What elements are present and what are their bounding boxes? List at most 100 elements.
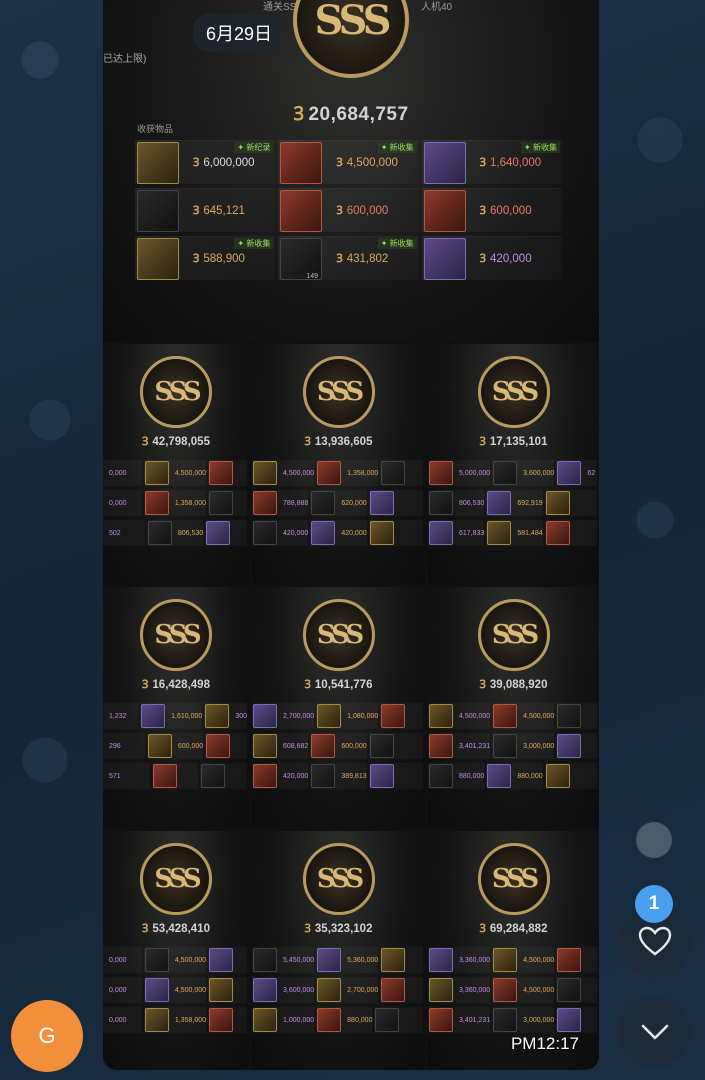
loot-item[interactable]: Ꝫ 420,000 bbox=[421, 236, 562, 280]
item-thumbnail bbox=[317, 1008, 342, 1032]
coin-icon: Ꝫ bbox=[142, 436, 149, 448]
card-loot-item bbox=[556, 703, 597, 729]
avatar[interactable]: G bbox=[11, 1000, 83, 1072]
card-loot-item: 5,450,000 bbox=[252, 947, 314, 973]
item-price: 880,000 bbox=[459, 772, 485, 780]
scroll-down-button[interactable] bbox=[619, 996, 691, 1068]
item-thumbnail bbox=[557, 461, 582, 485]
loot-item[interactable]: 149 Ꝫ 431,802 ✦ 新收集 bbox=[278, 236, 419, 280]
card-loot-row: 0,000 4,500,000 bbox=[103, 977, 249, 1003]
loot-item[interactable]: Ꝫ 645,121 bbox=[135, 188, 276, 232]
card-loot-item: 806,530 bbox=[428, 490, 484, 516]
loot-item[interactable]: Ꝫ 6,000,000 ✦ 新纪录 bbox=[135, 140, 276, 184]
loot-item[interactable]: Ꝫ 1,640,000 ✦ 新收集 bbox=[421, 140, 562, 184]
loot-item[interactable]: Ꝫ 600,000 bbox=[421, 188, 562, 232]
card-total-value: Ꝫ 13,936,605 bbox=[252, 434, 425, 449]
limit-note: 已达上限) bbox=[103, 54, 147, 65]
loot-grid: Ꝫ 6,000,000 ✦ 新纪录 Ꝫ 4,500,000 ✦ 新收集 Ꝫ 1,640,000… bbox=[135, 140, 565, 284]
item-thumbnail bbox=[206, 734, 231, 758]
item-thumbnail bbox=[253, 491, 277, 515]
item-thumbnail bbox=[423, 141, 466, 184]
card-loot-grid: 2,700,000 1,080,000 608,682 600,000 420,000 3… bbox=[252, 703, 425, 793]
loot-item[interactable]: Ꝫ 4,500,000 ✦ 新收集 bbox=[278, 140, 419, 184]
item-thumbnail bbox=[209, 978, 234, 1002]
coin-icon: Ꝫ bbox=[193, 205, 200, 217]
item-thumbnail bbox=[381, 978, 406, 1002]
item-price: 3,600,000 bbox=[523, 469, 555, 477]
item-price: 3,000,000 bbox=[523, 1016, 555, 1024]
sss-rank-badge: SSS bbox=[302, 843, 375, 915]
card-loot-item: 3,401,231 bbox=[428, 1007, 490, 1033]
items-label: 收获物品 bbox=[137, 124, 174, 134]
item-price: 1,358,000 bbox=[174, 1016, 207, 1024]
card-loot-row: 1,000,000 880,000 bbox=[252, 1007, 425, 1033]
result-card[interactable]: SSS Ꝫ 13,936,605 4,500,000 1,358,000 788,888 6… bbox=[252, 344, 425, 584]
card-loot-row: 2,700,000 1,080,000 bbox=[252, 703, 425, 729]
result-card[interactable]: SSS Ꝫ 35,323,102 5,450,000 5,360,000 3,600,00… bbox=[252, 831, 425, 1069]
card-loot-row: 5,000,000 3,600,000 62 bbox=[428, 460, 599, 486]
item-thumbnail bbox=[423, 189, 466, 232]
item-price: 3,600,000 bbox=[283, 986, 315, 994]
card-loot-item: 4,500,000 bbox=[492, 947, 554, 973]
card-loot-item: 1,358,000 bbox=[316, 460, 378, 486]
sss-rank-badge: SSS bbox=[140, 599, 212, 671]
coin-icon: Ꝫ bbox=[479, 679, 486, 691]
card-loot-item bbox=[556, 1007, 597, 1033]
item-thumbnail bbox=[381, 461, 406, 485]
result-card[interactable]: SSS Ꝫ 16,428,498 1,232 1,610,000 300 296 600,00… bbox=[103, 587, 249, 827]
card-loot-row: 0,000 1,358,000 bbox=[103, 490, 249, 516]
result-card[interactable]: SSS Ꝫ 53,428,410 0,000 4,500,000 0,000 4,500,0… bbox=[103, 831, 249, 1069]
coin-icon: Ꝫ bbox=[293, 104, 305, 125]
item-thumbnail bbox=[253, 978, 277, 1002]
card-loot-item: 4,500,000 bbox=[492, 977, 554, 1003]
card-loot-item: 1,080,000 bbox=[316, 703, 378, 729]
coin-icon: Ꝫ bbox=[336, 205, 343, 217]
item-thumbnail bbox=[147, 734, 172, 758]
item-price: 880,000 bbox=[347, 1016, 373, 1024]
item-thumbnail bbox=[375, 1008, 400, 1032]
coin-icon: Ꝫ bbox=[479, 253, 487, 265]
card-loot-item: 608,682 bbox=[252, 733, 308, 759]
card-loot-item: 4,500,000 bbox=[144, 977, 206, 1003]
total-amount: 20,684,757 bbox=[308, 104, 409, 125]
photo-message[interactable]: 通关SSS 人机40 已达上限) SSS Ꝫ 20,684,757 收获物品 Ꝫ6… bbox=[103, 0, 599, 1070]
card-total-amount: 35,323,102 bbox=[314, 923, 373, 935]
result-card[interactable]: SSS Ꝫ 42,798,055 0,000 4,500,000 0,000 1,358,0… bbox=[103, 344, 249, 584]
item-thumbnail bbox=[144, 491, 169, 515]
item-thumbnail bbox=[311, 491, 336, 515]
result-card[interactable]: SSS Ꝫ 17,135,101 5,000,000 3,600,000 62 806,53… bbox=[428, 344, 599, 584]
item-price: 1,232 bbox=[109, 712, 127, 720]
coin-icon: Ꝫ bbox=[304, 436, 311, 448]
card-loot-grid: 0,000 4,500,000 0,000 1,358,000 502 806,530 bbox=[103, 460, 249, 550]
item-thumbnail bbox=[487, 521, 512, 545]
loot-item[interactable]: Ꝫ 600,000 bbox=[278, 188, 419, 232]
item-price: Ꝫ 4,500,000 bbox=[336, 155, 398, 170]
card-loot-item: 2,700,000 bbox=[252, 703, 314, 729]
sss-rank-badge: SSS bbox=[140, 843, 212, 915]
item-price: 3,360,000 bbox=[459, 986, 491, 994]
result-card[interactable]: SSS Ꝫ 10,541,776 2,700,000 1,080,000 608,682 6… bbox=[252, 587, 425, 827]
card-loot-item: 1,358,000 bbox=[144, 1007, 206, 1033]
coin-icon: Ꝫ bbox=[193, 157, 200, 169]
card-loot-item: 0,000 bbox=[103, 490, 142, 516]
card-loot-item: 420,000 bbox=[310, 520, 367, 546]
card-loot-item: 600,000 bbox=[310, 733, 367, 759]
item-thumbnail bbox=[381, 704, 406, 728]
item-thumbnail bbox=[144, 978, 169, 1002]
card-total-value: Ꝫ 69,284,882 bbox=[428, 921, 599, 936]
item-price: 4,500,000 bbox=[283, 469, 315, 477]
item-thumbnail bbox=[381, 948, 406, 972]
item-thumbnail bbox=[206, 521, 231, 545]
item-thumbnail bbox=[317, 948, 342, 972]
card-loot-grid: 4,500,000 4,500,000 3,401,231 3,000,000 880,… bbox=[428, 703, 599, 793]
card-loot-item: 4,500,000 bbox=[144, 947, 206, 973]
card-loot-item bbox=[369, 763, 423, 789]
scroll-indicator[interactable] bbox=[636, 822, 672, 858]
main-result-image[interactable]: 通关SSS 人机40 已达上限) SSS Ꝫ 20,684,757 收获物品 Ꝫ6… bbox=[103, 0, 599, 342]
card-loot-item bbox=[369, 733, 423, 759]
item-price: 4,500,000 bbox=[523, 956, 555, 964]
card-total-amount: 16,428,498 bbox=[152, 679, 210, 691]
result-card[interactable]: SSS Ꝫ 39,088,920 4,500,000 4,500,000 3,401,23… bbox=[428, 587, 599, 827]
badge-text: SSS bbox=[491, 864, 539, 894]
loot-item[interactable]: Ꝫ 588,900 ✦ 新收集 bbox=[135, 236, 276, 280]
